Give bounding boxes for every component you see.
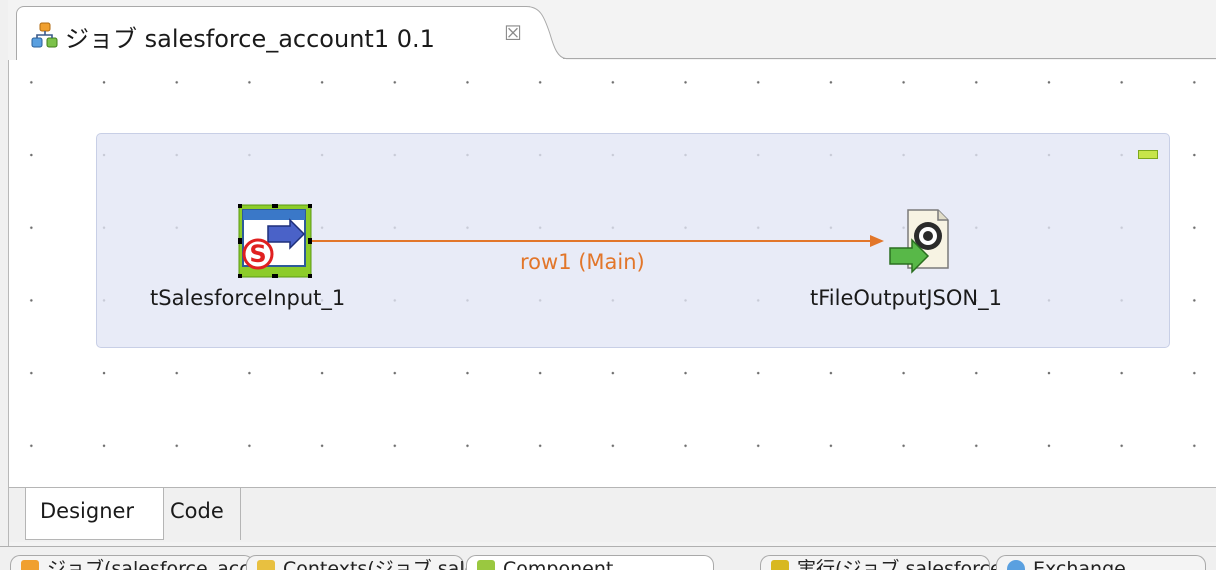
view-tab-job[interactable]: ジョブ(salesforce_account1) — [10, 555, 312, 570]
tab-code[interactable]: Code — [164, 488, 241, 540]
component-label[interactable]: tSalesforceInput_1 — [150, 286, 345, 310]
view-tab-run[interactable]: 実行(ジョブ salesforce_account1) — [760, 555, 1106, 570]
svg-text:S: S — [249, 240, 266, 268]
component-label[interactable]: tFileOutputJSON_1 — [810, 286, 1002, 310]
view-tabs-strip: ジョブ(salesforce_account1) Contexts(ジョブ sa… — [0, 546, 1216, 570]
file-output-json-icon — [889, 209, 949, 274]
view-tab-contexts[interactable]: Contexts(ジョブ salesforce_account1) — [246, 555, 639, 570]
view-tab-component[interactable]: Component — [466, 555, 714, 570]
tab-code-label: Code — [170, 499, 224, 523]
editor-bottom-tabs: Designer Code — [9, 487, 1216, 542]
component-tfileoutputjson[interactable] — [886, 208, 952, 274]
view-tab-label: Exchange — [1033, 558, 1126, 570]
connection-label[interactable]: row1 (Main) — [520, 250, 645, 274]
component-tsalesforceinput[interactable]: S — [236, 202, 314, 280]
connection-arrow[interactable] — [0, 0, 1216, 569]
tab-designer-label: Designer — [40, 499, 135, 523]
view-tab-exchange[interactable]: Exchange — [996, 555, 1206, 570]
view-tab-label: Component — [503, 558, 614, 570]
salesforce-input-icon: S — [236, 202, 314, 280]
tab-designer[interactable]: Designer — [25, 488, 164, 540]
